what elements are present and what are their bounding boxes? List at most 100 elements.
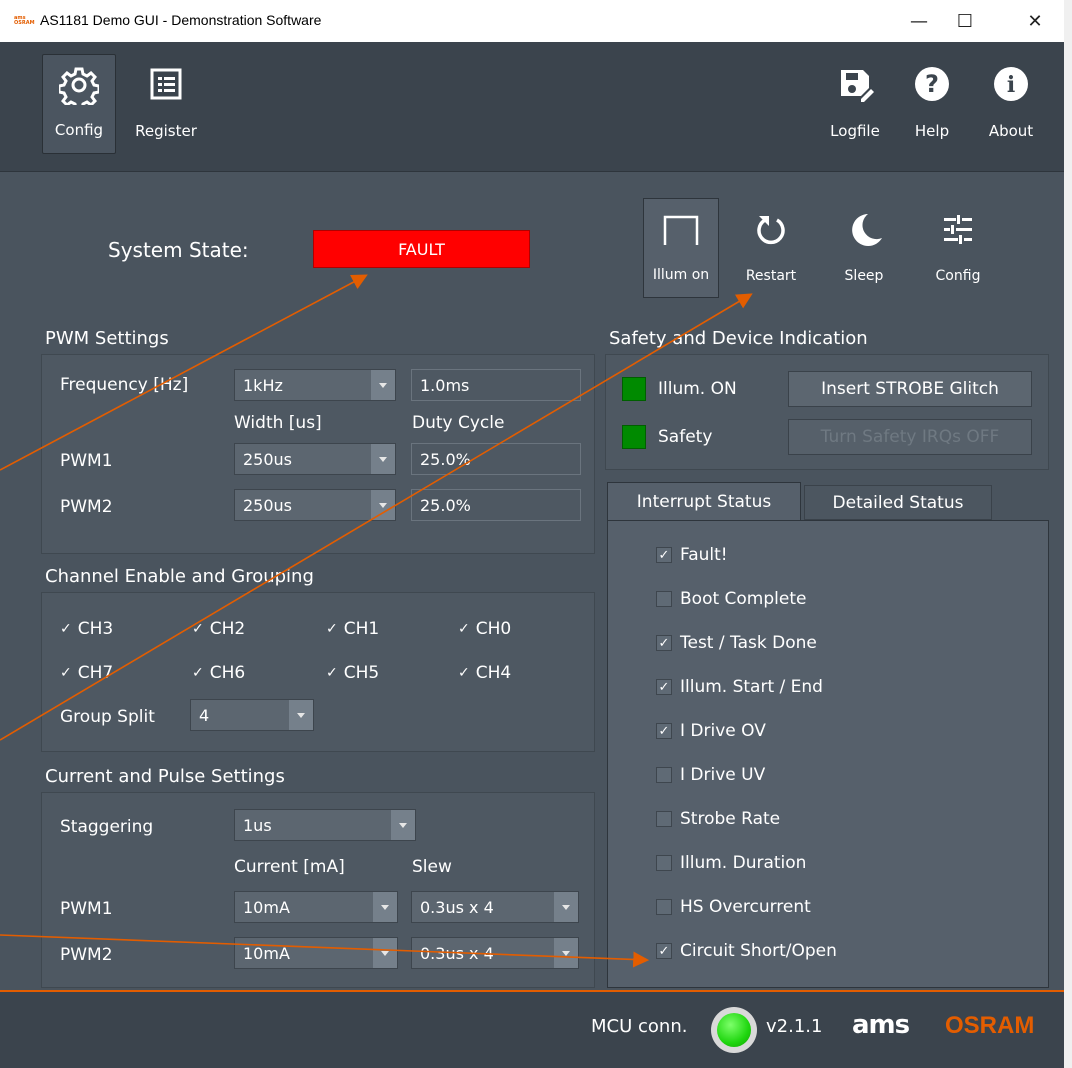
staggering-value: 1us <box>243 816 272 835</box>
config-tab-button[interactable]: Config <box>42 54 116 154</box>
restart-button[interactable]: Restart <box>736 198 806 298</box>
register-tab-button[interactable]: Register <box>126 54 206 154</box>
insert-strobe-glitch-button[interactable]: Insert STROBE Glitch <box>788 371 1032 407</box>
interrupt-item[interactable]: ✓ Fault! <box>656 545 728 565</box>
interrupt-item[interactable]: Boot Complete <box>656 589 806 609</box>
check-mark-icon: ✓ <box>192 665 204 681</box>
sleep-button[interactable]: Sleep <box>832 198 896 298</box>
group-split-label: Group Split <box>60 707 155 727</box>
register-list-icon <box>150 68 182 100</box>
checkbox-box: ✓ <box>656 547 672 563</box>
pwm1-slew-select[interactable]: 0.3us x 4 <box>411 891 579 923</box>
pwm1-duty-field[interactable]: 25.0% <box>411 443 581 475</box>
interrupt-item[interactable]: ✓ Test / Task Done <box>656 633 817 653</box>
ch0-label: CH0 <box>475 619 512 639</box>
checkbox-box: ✓ <box>656 723 672 739</box>
chevron-down-icon[interactable] <box>554 938 578 968</box>
minimize-button[interactable]: — <box>896 4 942 38</box>
safety-indicator <box>622 425 646 449</box>
pwm2-current-select[interactable]: 10mA <box>234 937 398 969</box>
action-config-button[interactable]: Config <box>920 198 996 298</box>
pwm1-width-select[interactable]: 250us <box>234 443 396 475</box>
ch0-checkbox[interactable]: ✓ CH0 <box>458 619 511 639</box>
logfile-label: Logfile <box>830 122 880 140</box>
interrupt-item[interactable]: ✓ I Drive OV <box>656 721 766 741</box>
about-button[interactable]: i About <box>978 54 1044 154</box>
chevron-down-icon[interactable] <box>289 700 313 730</box>
gear-icon <box>59 67 99 105</box>
turn-safety-irqs-off-button[interactable]: Turn Safety IRQs OFF <box>788 419 1032 455</box>
ch5-label: CH5 <box>343 663 380 683</box>
illum-on-status-label: Illum. ON <box>658 379 737 399</box>
logfile-button[interactable]: Logfile <box>822 54 888 154</box>
chevron-down-icon[interactable] <box>554 892 578 922</box>
config-page: System State: FAULT Illum on Restart Sle… <box>0 172 1064 990</box>
pwm2-duty-value: 25.0% <box>420 496 471 515</box>
check-mark-icon: ✓ <box>326 665 338 681</box>
chevron-down-icon[interactable] <box>373 892 397 922</box>
ch3-checkbox[interactable]: ✓ CH3 <box>60 619 113 639</box>
pwm-settings-title: PWM Settings <box>45 328 169 349</box>
period-value: 1.0ms <box>420 376 470 395</box>
interrupt-label: Strobe Rate <box>680 809 781 829</box>
ch4-checkbox[interactable]: ✓ CH4 <box>458 663 511 683</box>
chevron-down-icon[interactable] <box>373 938 397 968</box>
chevron-down-icon[interactable] <box>391 810 415 840</box>
ch6-checkbox[interactable]: ✓ CH6 <box>192 663 245 683</box>
restart-label: Restart <box>745 268 797 284</box>
maximize-button[interactable]: ☐ <box>942 4 988 38</box>
ch1-checkbox[interactable]: ✓ CH1 <box>326 619 379 639</box>
version-label: v2.1.1 <box>766 1016 823 1037</box>
close-button[interactable]: ✕ <box>1012 4 1058 38</box>
interrupt-item[interactable]: ✓ Illum. Start / End <box>656 677 823 697</box>
check-mark-icon: ✓ <box>658 635 670 651</box>
interrupt-item[interactable]: Illum. Duration <box>656 853 806 873</box>
interrupt-item[interactable]: I Drive UV <box>656 765 765 785</box>
help-button[interactable]: ? Help <box>904 54 960 154</box>
chevron-down-icon[interactable] <box>371 444 395 474</box>
slew-header: Slew <box>412 857 452 877</box>
sleep-label: Sleep <box>844 268 884 284</box>
checkbox-box <box>656 767 672 783</box>
interrupt-item[interactable]: Strobe Rate <box>656 809 780 829</box>
tab-detailed-status[interactable]: Detailed Status <box>804 485 992 520</box>
ch7-checkbox[interactable]: ✓ CH7 <box>60 663 113 683</box>
info-icon: i <box>994 67 1028 101</box>
tab-interrupt-status[interactable]: Interrupt Status <box>607 482 801 520</box>
illum-on-label: Illum on <box>652 267 710 283</box>
illum-on-button[interactable]: Illum on <box>643 198 719 298</box>
pwm1-current-select[interactable]: 10mA <box>234 891 398 923</box>
ch5-checkbox[interactable]: ✓ CH5 <box>326 663 379 683</box>
ch2-checkbox[interactable]: ✓ CH2 <box>192 619 245 639</box>
period-field[interactable]: 1.0ms <box>411 369 581 401</box>
mcu-connection-label: MCU conn. <box>591 1016 688 1037</box>
interrupt-item[interactable]: ✓ Circuit Short/Open <box>656 941 837 961</box>
pwm2-duty-field[interactable]: 25.0% <box>411 489 581 521</box>
pwm2-width-select[interactable]: 250us <box>234 489 396 521</box>
frequency-select[interactable]: 1kHz <box>234 369 396 401</box>
pwm1-duty-value: 25.0% <box>420 450 471 469</box>
restart-icon <box>757 216 785 245</box>
pulse-waveform-icon <box>663 215 699 245</box>
checkbox-box: ✓ <box>656 679 672 695</box>
config-tab-label: Config <box>54 121 104 139</box>
check-mark-icon: ✓ <box>458 621 470 637</box>
help-label: Help <box>914 122 950 140</box>
mcu-connection-led-icon <box>711 1007 757 1053</box>
title-bar: ams OSRAM AS1181 Demo GUI - Demonstration… <box>0 0 1064 42</box>
ch4-label: CH4 <box>475 663 512 683</box>
check-mark-icon: ✓ <box>326 621 338 637</box>
check-mark-icon: ✓ <box>192 621 204 637</box>
chevron-down-icon[interactable] <box>371 370 395 400</box>
action-config-label: Config <box>935 268 981 284</box>
chevron-down-icon[interactable] <box>371 490 395 520</box>
staggering-select[interactable]: 1us <box>234 809 416 841</box>
interrupt-item[interactable]: HS Overcurrent <box>656 897 811 917</box>
interrupt-label: Boot Complete <box>680 589 807 609</box>
ams-osram-logo-icon: ams OSRAM <box>14 15 35 26</box>
group-split-select[interactable]: 4 <box>190 699 314 731</box>
channel-enable-panel: ✓ CH3 ✓ CH2 ✓ CH1 ✓ CH0 ✓ CH7 ✓ CH6 ✓ CH5 ✓ CH4 … <box>41 592 595 752</box>
pwm2-slew-select[interactable]: 0.3us x 4 <box>411 937 579 969</box>
interrupt-label: HS Overcurrent <box>680 897 811 917</box>
register-tab-label: Register <box>135 122 197 140</box>
